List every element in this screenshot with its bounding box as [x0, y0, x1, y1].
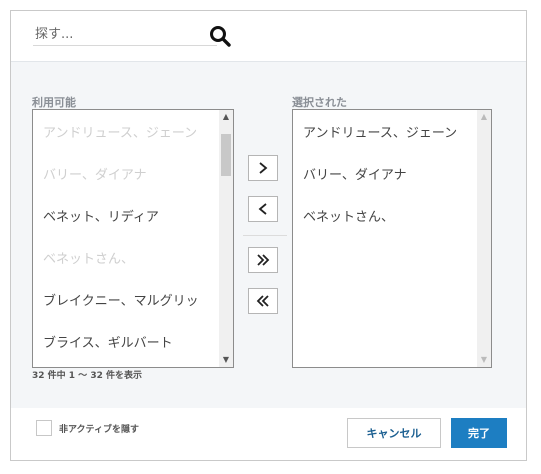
selected-item[interactable]: バリー、ダイアナ	[303, 164, 407, 183]
available-scrollbar[interactable]: ▲ ▼	[219, 110, 233, 367]
picker-panel: 利用可能 選択された アンドリュース、ジェーン バリー、ダイアナ ベネット、リデ…	[11, 61, 526, 410]
move-right-button[interactable]	[248, 155, 278, 181]
scroll-down-icon[interactable]: ▼	[477, 353, 491, 367]
available-item[interactable]: ベネット、リディア	[43, 206, 159, 225]
chevron-left-icon	[258, 203, 267, 215]
scroll-thumb[interactable]	[221, 134, 231, 176]
scroll-up-icon[interactable]: ▲	[219, 110, 233, 124]
user-picker-dialog: 利用可能 選択された アンドリュース、ジェーン バリー、ダイアナ ベネット、リデ…	[10, 10, 527, 461]
move-left-button[interactable]	[248, 196, 278, 222]
available-item[interactable]: アンドリュース、ジェーン	[43, 122, 197, 141]
selected-scrollbar[interactable]: ▲ ▼	[477, 110, 491, 367]
available-item[interactable]: ブライス、ギルバート	[43, 332, 173, 351]
search-input[interactable]	[33, 23, 217, 46]
hide-inactive-checkbox[interactable]	[36, 420, 52, 436]
available-item[interactable]: ブレイクニー、マルグリッ	[43, 290, 199, 309]
chevron-right-icon	[259, 162, 268, 174]
done-button[interactable]: 完了	[451, 418, 507, 448]
cancel-button[interactable]: キャンセル	[347, 418, 441, 448]
search-icon[interactable]	[209, 25, 231, 47]
scroll-down-icon[interactable]: ▼	[219, 353, 233, 367]
dialog-footer: 非アクティブを隠す キャンセル 完了	[11, 408, 526, 460]
selected-label: 選択された	[292, 96, 347, 109]
selected-list[interactable]: アンドリュース、ジェーン バリー、ダイアナ ベネットさん、 ▲ ▼	[292, 109, 492, 368]
move-all-right-button[interactable]	[248, 247, 278, 273]
available-list[interactable]: アンドリュース、ジェーン バリー、ダイアナ ベネット、リディア ベネットさん、 …	[32, 109, 234, 368]
available-label: 利用可能	[32, 96, 76, 109]
available-item[interactable]: バリー、ダイアナ	[43, 164, 147, 183]
double-chevron-left-icon	[256, 295, 269, 307]
available-item[interactable]: ベネットさん、	[43, 248, 134, 267]
result-count: 32 件中 1 ～ 32 件を表示	[32, 371, 142, 381]
double-chevron-right-icon	[257, 254, 270, 266]
move-separator	[243, 235, 287, 236]
search-area	[11, 11, 526, 61]
move-all-left-button[interactable]	[248, 288, 278, 314]
selected-item[interactable]: ベネットさん、	[303, 206, 394, 225]
selected-item[interactable]: アンドリュース、ジェーン	[303, 122, 457, 141]
hide-inactive-label[interactable]: 非アクティブを隠す	[59, 422, 139, 435]
scroll-up-icon[interactable]: ▲	[477, 110, 491, 124]
